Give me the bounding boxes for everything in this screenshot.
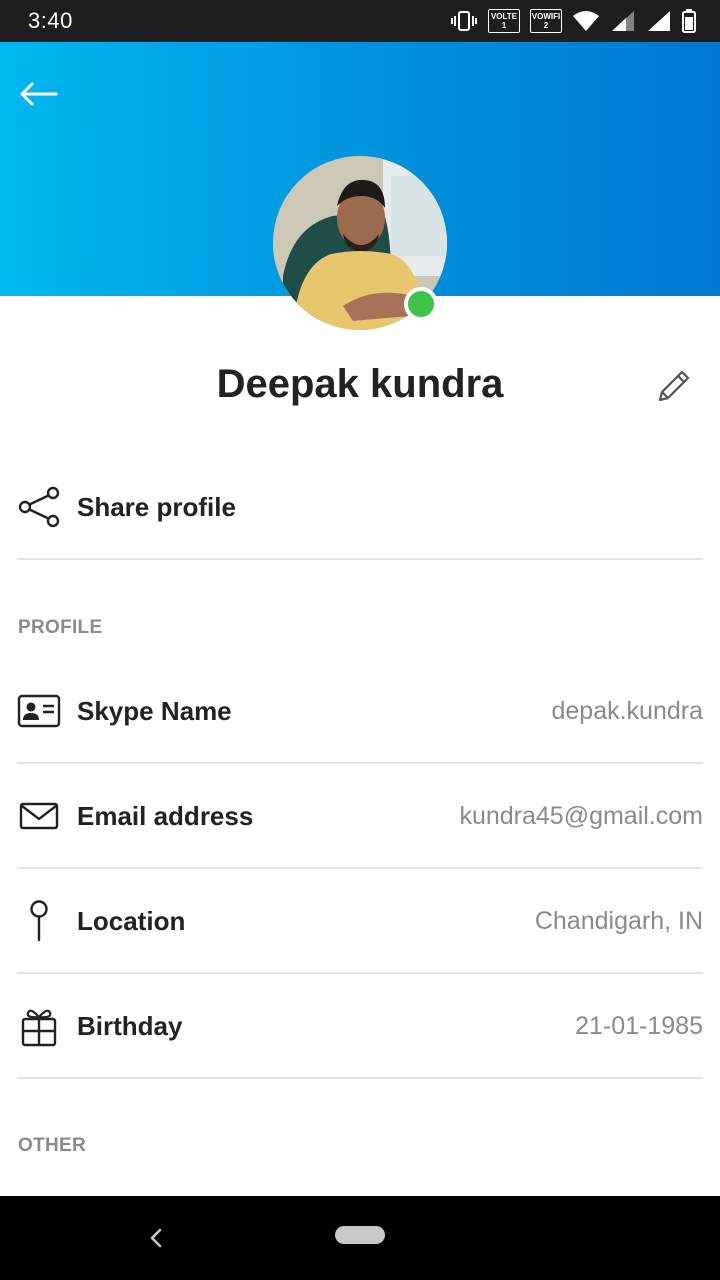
share-profile-label: Share profile (77, 491, 236, 522)
mail-icon (17, 794, 61, 838)
back-button[interactable] (16, 76, 60, 112)
profile-name: Deepak kundra (216, 362, 504, 406)
pencil-icon (658, 370, 690, 402)
field-label: Skype Name (77, 695, 232, 726)
chevron-left-icon (150, 1228, 162, 1248)
status-time: 3:40 (28, 8, 73, 33)
arrow-left-icon (20, 82, 58, 106)
field-row-location[interactable]: Location Chandigarh, IN (17, 870, 703, 974)
vibrate-icon (450, 10, 478, 32)
field-label: Email address (77, 800, 254, 831)
share-icon (17, 485, 61, 529)
share-profile-row[interactable]: Share profile (17, 456, 703, 560)
edit-profile-button[interactable] (652, 364, 696, 408)
section-heading-profile: PROFILE (18, 617, 103, 638)
nav-back-button[interactable] (138, 1218, 174, 1258)
presence-status-dot (404, 287, 438, 321)
volte-icon: VOLTE 1 (488, 9, 520, 33)
field-value: Chandigarh, IN (534, 906, 703, 935)
location-pin-icon (17, 899, 61, 943)
field-label: Location (77, 905, 186, 936)
system-nav-bar (0, 1196, 720, 1280)
contact-card-icon (17, 689, 61, 733)
status-icons: VOLTE 1 VOWIFI 2 (450, 6, 696, 36)
battery-icon (682, 9, 696, 33)
section-heading-other: OTHER (18, 1135, 86, 1156)
field-value: depak.kundra (551, 696, 703, 725)
field-row-skype-name[interactable]: Skype Name depak.kundra (17, 660, 703, 764)
field-row-birthday[interactable]: Birthday 21-01-1985 (17, 975, 703, 1079)
home-pill-icon[interactable] (335, 1226, 385, 1244)
field-value: kundra45@gmail.com (459, 801, 703, 830)
signal-icon (610, 10, 636, 32)
wifi-icon (572, 10, 600, 32)
vowifi-icon: VOWIFI 2 (530, 9, 562, 33)
status-bar: 3:40 VOLTE 1 VOWIFI 2 (0, 0, 720, 42)
signal-icon (646, 10, 672, 32)
field-label: Birthday (77, 1010, 183, 1041)
field-row-email[interactable]: Email address kundra45@gmail.com (17, 765, 703, 869)
field-value: 21-01-1985 (575, 1011, 703, 1040)
gift-icon (17, 1004, 61, 1048)
